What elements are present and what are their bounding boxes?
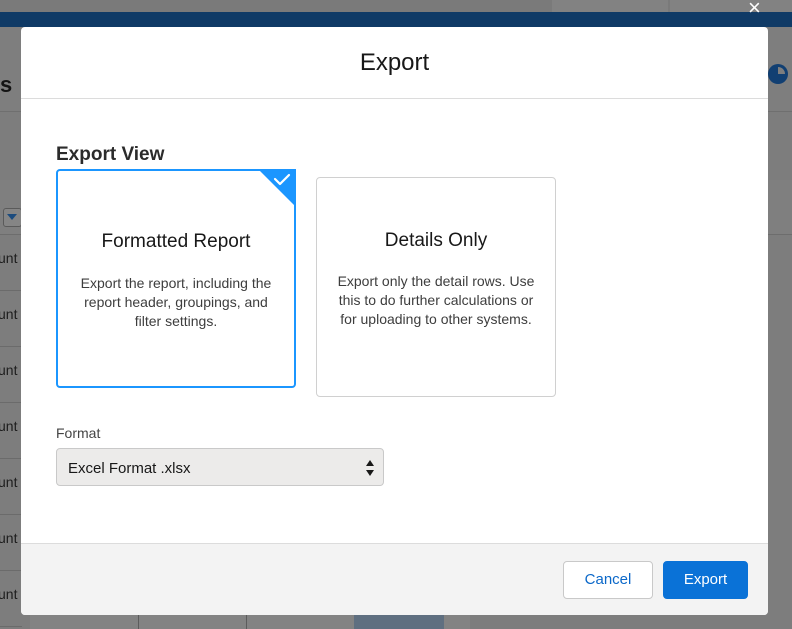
formatted-report-option[interactable]: Formatted Report Export the report, incl… xyxy=(56,169,296,388)
close-icon[interactable]: × xyxy=(748,0,761,19)
format-label: Format xyxy=(56,425,101,441)
row-cell: unt xyxy=(0,306,18,322)
row-cell: unt xyxy=(0,362,18,378)
row-cell: unt xyxy=(0,418,18,434)
format-select[interactable]: Excel Format .xlsx xyxy=(56,448,384,486)
chart-icon xyxy=(768,64,788,84)
cancel-button[interactable]: Cancel xyxy=(563,561,653,599)
table-row: unt xyxy=(0,514,22,571)
table-row: unt xyxy=(0,346,22,403)
modal-header: Export xyxy=(21,27,768,99)
checkmark-icon xyxy=(258,169,296,207)
background-top-band xyxy=(0,0,792,12)
table-row: unt xyxy=(0,402,22,459)
formatted-report-description: Export the report, including the report … xyxy=(80,275,272,329)
table-row: unt xyxy=(0,458,22,515)
row-cell: unt xyxy=(0,530,18,546)
table-row: unt xyxy=(0,290,22,347)
table-row: unt xyxy=(0,570,22,627)
chevron-down-icon xyxy=(3,208,22,227)
export-view-heading: Export View xyxy=(56,144,165,165)
modal-title: Export xyxy=(359,49,430,76)
row-cell: unt xyxy=(0,586,18,602)
export-modal: Export Export View Formatted Report Expo… xyxy=(21,27,768,615)
sort-arrows-icon xyxy=(366,460,374,476)
modal-footer: Cancel Export xyxy=(21,543,768,615)
formatted-report-title: Formatted Report xyxy=(101,231,251,252)
table-row: unt xyxy=(0,234,22,291)
details-only-description: Export only the detail rows. Use this to… xyxy=(337,273,535,327)
row-cell: unt xyxy=(0,250,18,266)
details-only-title: Details Only xyxy=(384,230,488,251)
row-cell: unt xyxy=(0,474,18,490)
format-select-value: Excel Format .xlsx xyxy=(68,460,191,477)
background-nav-stripe xyxy=(0,12,792,27)
export-button[interactable]: Export xyxy=(663,561,748,599)
details-only-option[interactable]: Details Only Export only the detail rows… xyxy=(316,177,556,397)
